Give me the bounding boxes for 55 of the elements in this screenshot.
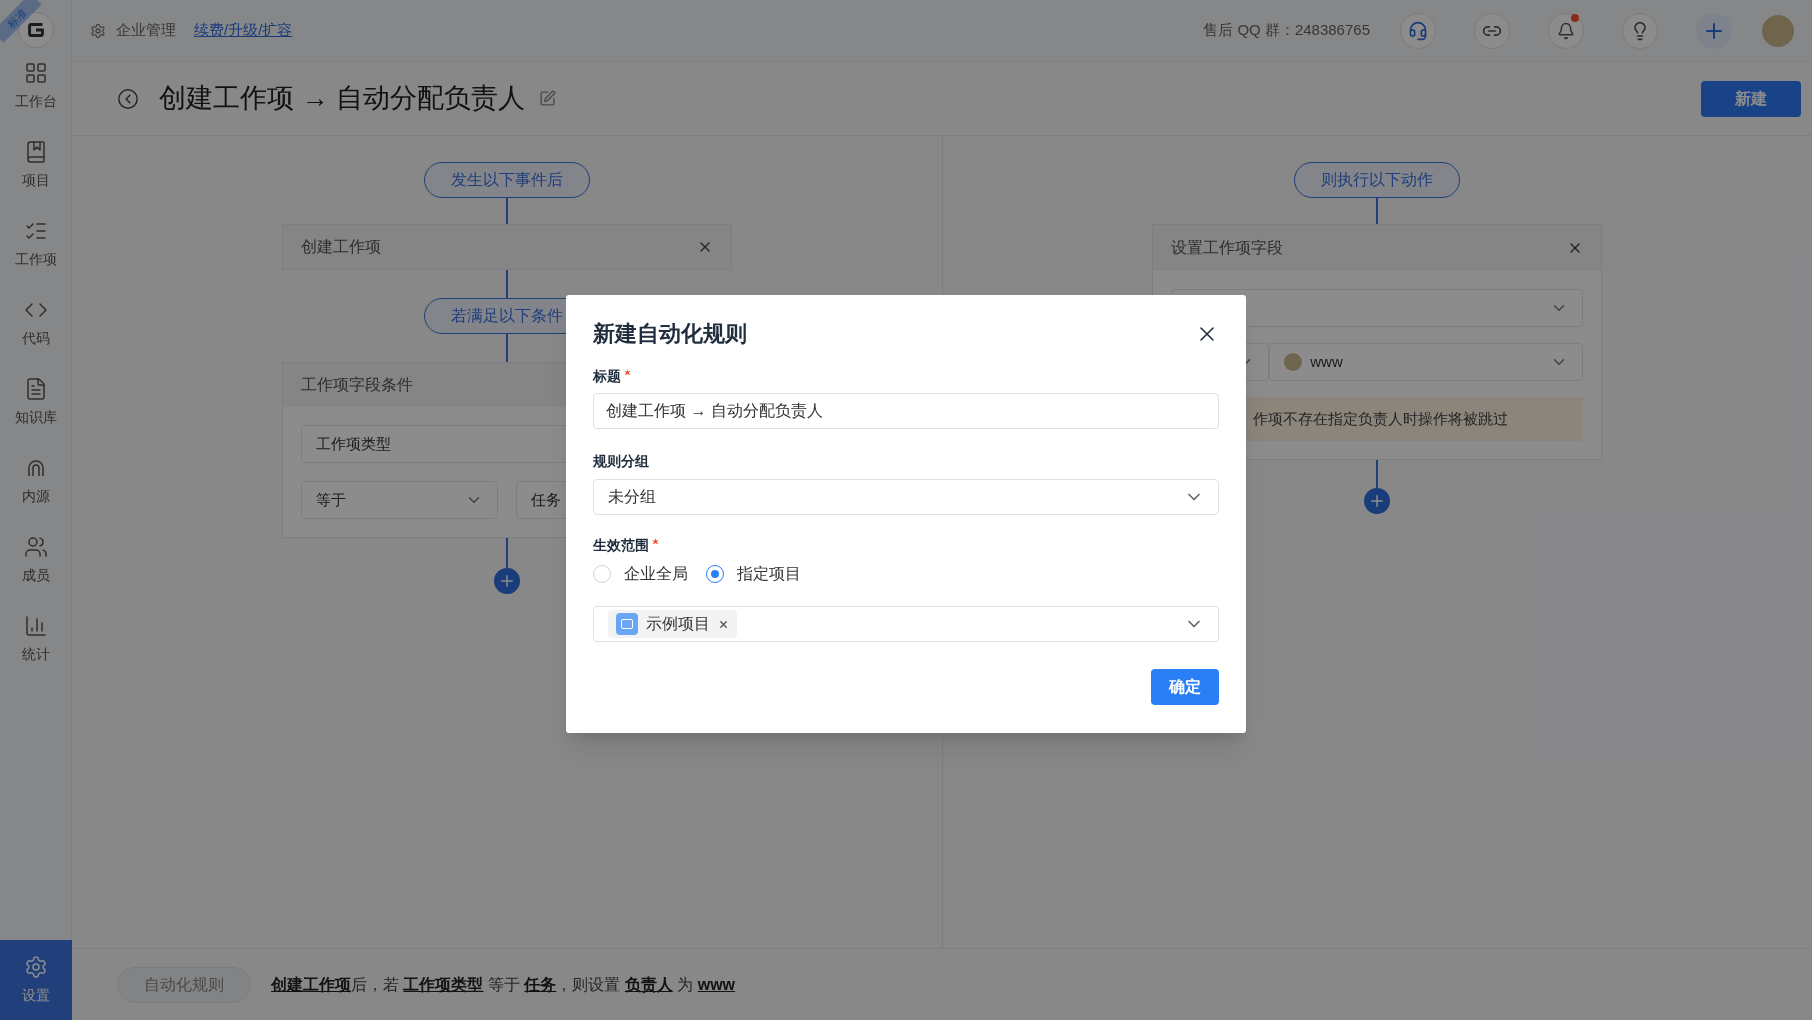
lightbulb-icon[interactable] bbox=[1622, 12, 1658, 49]
title-input[interactable]: 创建工作项 → 自动分配负责人 bbox=[593, 393, 1219, 429]
summary-link[interactable]: 任务 bbox=[524, 975, 557, 993]
select-field[interactable]: 等于 bbox=[300, 481, 498, 519]
user-avatar bbox=[1284, 353, 1303, 371]
settings-icon bbox=[23, 954, 48, 979]
card-title: 工作项字段条件 bbox=[300, 375, 413, 395]
dialog-title: 新建自动化规则 bbox=[593, 320, 747, 348]
card-title: 创建工作项 bbox=[300, 237, 381, 257]
edit-icon[interactable] bbox=[539, 90, 556, 107]
sidebar-item[interactable]: 代码 bbox=[0, 298, 72, 349]
field-label: 生效范围 bbox=[593, 536, 649, 555]
add-step-icon[interactable] bbox=[493, 568, 520, 594]
rule-summary: 创建工作项后，若 工作项类型 等于 任务，则设置 负责人 为 www bbox=[271, 974, 736, 996]
flow-step-pill: 则执行以下动作 bbox=[1294, 162, 1461, 198]
bell-icon bbox=[1557, 21, 1575, 40]
summary-link[interactable]: 工作项类型 bbox=[403, 975, 484, 993]
project-tag: 示例项目 bbox=[608, 610, 737, 638]
project-icon bbox=[616, 613, 638, 635]
users-icon bbox=[23, 535, 48, 559]
notification-button[interactable] bbox=[1548, 12, 1584, 49]
summary-link[interactable]: 创建工作项 bbox=[271, 975, 351, 993]
confirm-button[interactable]: 确定 bbox=[1151, 669, 1219, 705]
field-label: 标题 bbox=[593, 367, 621, 386]
grid-icon bbox=[23, 61, 48, 85]
summary-link[interactable]: www bbox=[697, 975, 736, 993]
select-field[interactable]: www bbox=[1269, 343, 1584, 381]
back-icon[interactable] bbox=[117, 87, 139, 110]
settings-icon bbox=[90, 22, 106, 39]
project-select[interactable]: 示例项目 bbox=[593, 606, 1219, 642]
new-button[interactable]: 新建 bbox=[1701, 80, 1801, 117]
summary-link[interactable]: 负责人 bbox=[624, 975, 673, 993]
sidebar-item[interactable]: 统计 bbox=[0, 614, 72, 665]
sidebar-item[interactable]: 设置 bbox=[0, 940, 72, 1020]
sidebar-item[interactable]: 内源 bbox=[0, 456, 72, 507]
remove-icon[interactable] bbox=[718, 618, 729, 630]
upgrade-link[interactable]: 续费/升级/扩容 bbox=[194, 19, 293, 42]
sidebar-item[interactable]: 成员 bbox=[0, 535, 72, 586]
page-title: 创建工作项 → 自动分配负责人 bbox=[159, 82, 525, 116]
link-icon[interactable] bbox=[1474, 12, 1510, 49]
sidebar-item[interactable]: 知识库 bbox=[0, 377, 72, 428]
enterprise-label: 企业管理 bbox=[116, 20, 176, 41]
sidebar-item[interactable]: 工作项 bbox=[0, 219, 72, 270]
customer-service-icon[interactable] bbox=[1400, 12, 1436, 49]
support-group-text: 售后 QQ 群：248386765 bbox=[1203, 20, 1370, 41]
sidebar-item[interactable]: 工作台 bbox=[0, 61, 72, 112]
add-step-icon[interactable] bbox=[1364, 488, 1391, 514]
radio-label: 指定项目 bbox=[737, 564, 801, 584]
plus-icon[interactable] bbox=[1696, 12, 1732, 49]
sidebar-item[interactable]: 项目 bbox=[0, 140, 72, 191]
card-title: 设置工作项字段 bbox=[1171, 238, 1284, 258]
bar-chart-icon bbox=[23, 614, 48, 638]
group-select[interactable]: 未分组 bbox=[593, 479, 1219, 515]
radio-label: 企业全局 bbox=[624, 564, 688, 584]
flow-step-pill: 发生以下事件后 bbox=[423, 162, 590, 198]
